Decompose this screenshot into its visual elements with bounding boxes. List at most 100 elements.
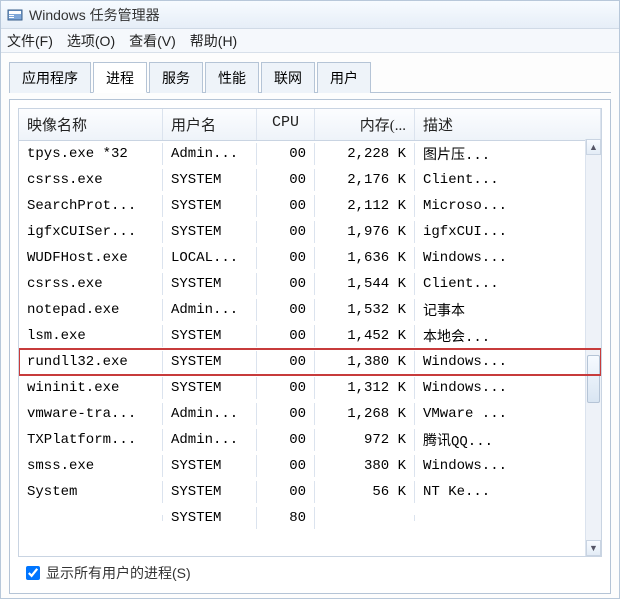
col-header-user-name[interactable]: 用户名 [163,109,257,140]
cell-user-name: SYSTEM [163,351,257,373]
titlebar[interactable]: Windows 任务管理器 [1,1,619,29]
cell-memory: 1,636 K [315,247,415,269]
cell-cpu: 00 [257,455,315,477]
table-row[interactable]: notepad.exeAdmin...001,532 K记事本 [19,297,601,323]
menu-options[interactable]: 选项(O) [67,31,115,51]
tab-applications[interactable]: 应用程序 [9,62,91,93]
cell-image-name: smss.exe [19,455,163,477]
cell-image-name: rundll32.exe [19,351,163,373]
table-row[interactable]: lsm.exeSYSTEM001,452 K本地会... [19,323,601,349]
cell-description: NT Ke... [415,481,601,503]
cell-cpu: 00 [257,299,315,321]
cell-memory: 1,976 K [315,221,415,243]
menu-view[interactable]: 查看(V) [129,31,176,51]
cell-cpu: 00 [257,247,315,269]
col-header-cpu[interactable]: CPU [257,109,315,140]
menu-file[interactable]: 文件(F) [7,31,53,51]
cell-image-name: WUDFHost.exe [19,247,163,269]
table-row[interactable]: csrss.exeSYSTEM002,176 KClient... [19,167,601,193]
table-row[interactable]: vmware-tra...Admin...001,268 KVMware ... [19,401,601,427]
cell-description: Windows... [415,455,601,477]
tab-processes[interactable]: 进程 [93,62,147,93]
cell-description: 本地会... [415,323,601,349]
cell-user-name: Admin... [163,429,257,451]
cell-user-name: SYSTEM [163,377,257,399]
cell-user-name: Admin... [163,299,257,321]
cell-user-name: LOCAL... [163,247,257,269]
cell-user-name: SYSTEM [163,221,257,243]
table-row[interactable]: igfxCUISer...SYSTEM001,976 KigfxCUI... [19,219,601,245]
table-row[interactable]: tpys.exe *32Admin...002,228 K图片压... [19,141,601,167]
cell-memory: 1,452 K [315,325,415,347]
cell-memory: 56 K [315,481,415,503]
cell-memory: 1,380 K [315,351,415,373]
tab-bar: 应用程序 进程 服务 性能 联网 用户 [9,61,611,93]
menu-help[interactable]: 帮助(H) [190,31,237,51]
cell-image-name [19,515,163,521]
processes-panel: 映像名称 用户名 CPU 内存(... 描述 tpys.exe *32Admin… [9,99,611,594]
table-header: 映像名称 用户名 CPU 内存(... 描述 [19,109,601,141]
cell-description: Microso... [415,195,601,217]
show-all-users-checkbox[interactable] [26,566,40,580]
table-row[interactable]: SearchProt...SYSTEM002,112 KMicroso... [19,193,601,219]
scroll-track[interactable] [586,155,601,540]
cell-image-name: lsm.exe [19,325,163,347]
cell-description: Client... [415,273,601,295]
cell-user-name: SYSTEM [163,273,257,295]
tab-networking[interactable]: 联网 [261,62,315,93]
cell-description: 记事本 [415,297,601,323]
cell-memory: 2,228 K [315,143,415,165]
cell-image-name: csrss.exe [19,273,163,295]
table-row[interactable]: SYSTEM80 [19,505,601,531]
menubar: 文件(F) 选项(O) 查看(V) 帮助(H) [1,29,619,53]
col-header-description[interactable]: 描述 [415,109,601,140]
task-manager-window: Windows 任务管理器 文件(F) 选项(O) 查看(V) 帮助(H) 应用… [0,0,620,599]
col-header-image-name[interactable]: 映像名称 [19,109,163,140]
cell-image-name: TXPlatform... [19,429,163,451]
col-header-memory[interactable]: 内存(... [315,109,415,140]
table-row[interactable]: WUDFHost.exeLOCAL...001,636 KWindows... [19,245,601,271]
cell-description: 腾讯QQ... [415,427,601,453]
cell-image-name: igfxCUISer... [19,221,163,243]
cell-cpu: 00 [257,377,315,399]
tab-performance[interactable]: 性能 [205,62,259,93]
table-row[interactable]: smss.exeSYSTEM00380 KWindows... [19,453,601,479]
cell-description: 图片压... [415,141,601,167]
cell-cpu: 00 [257,169,315,191]
vertical-scrollbar[interactable]: ▲ ▼ [585,139,601,556]
cell-cpu: 00 [257,221,315,243]
show-all-users-label[interactable]: 显示所有用户的进程(S) [46,563,191,583]
cell-user-name: SYSTEM [163,169,257,191]
cell-user-name: SYSTEM [163,507,257,529]
cell-cpu: 00 [257,429,315,451]
cell-memory: 1,312 K [315,377,415,399]
scroll-down-button[interactable]: ▼ [586,540,601,556]
table-row[interactable]: TXPlatform...Admin...00972 K腾讯QQ... [19,427,601,453]
cell-image-name: notepad.exe [19,299,163,321]
table-row[interactable]: SystemSYSTEM0056 KNT Ke... [19,479,601,505]
cell-memory [315,515,415,521]
cell-user-name: SYSTEM [163,481,257,503]
cell-cpu: 00 [257,481,315,503]
cell-memory: 1,532 K [315,299,415,321]
cell-user-name: SYSTEM [163,325,257,347]
table-row[interactable]: csrss.exeSYSTEM001,544 KClient... [19,271,601,297]
cell-user-name: SYSTEM [163,195,257,217]
scroll-up-button[interactable]: ▲ [586,139,601,155]
cell-user-name: SYSTEM [163,455,257,477]
cell-memory: 1,544 K [315,273,415,295]
cell-memory: 1,268 K [315,403,415,425]
cell-image-name: vmware-tra... [19,403,163,425]
cell-user-name: Admin... [163,403,257,425]
tab-users[interactable]: 用户 [317,62,371,93]
table-row[interactable]: rundll32.exeSYSTEM001,380 KWindows... [19,349,601,375]
cell-memory: 2,112 K [315,195,415,217]
app-icon [7,7,23,23]
cell-image-name: csrss.exe [19,169,163,191]
cell-memory: 972 K [315,429,415,451]
content-area: 应用程序 进程 服务 性能 联网 用户 映像名称 用户名 CPU 内存(... … [1,53,619,598]
table-row[interactable]: wininit.exeSYSTEM001,312 KWindows... [19,375,601,401]
panel-footer: 显示所有用户的进程(S) [18,557,602,585]
tab-services[interactable]: 服务 [149,62,203,93]
cell-image-name: tpys.exe *32 [19,143,163,165]
